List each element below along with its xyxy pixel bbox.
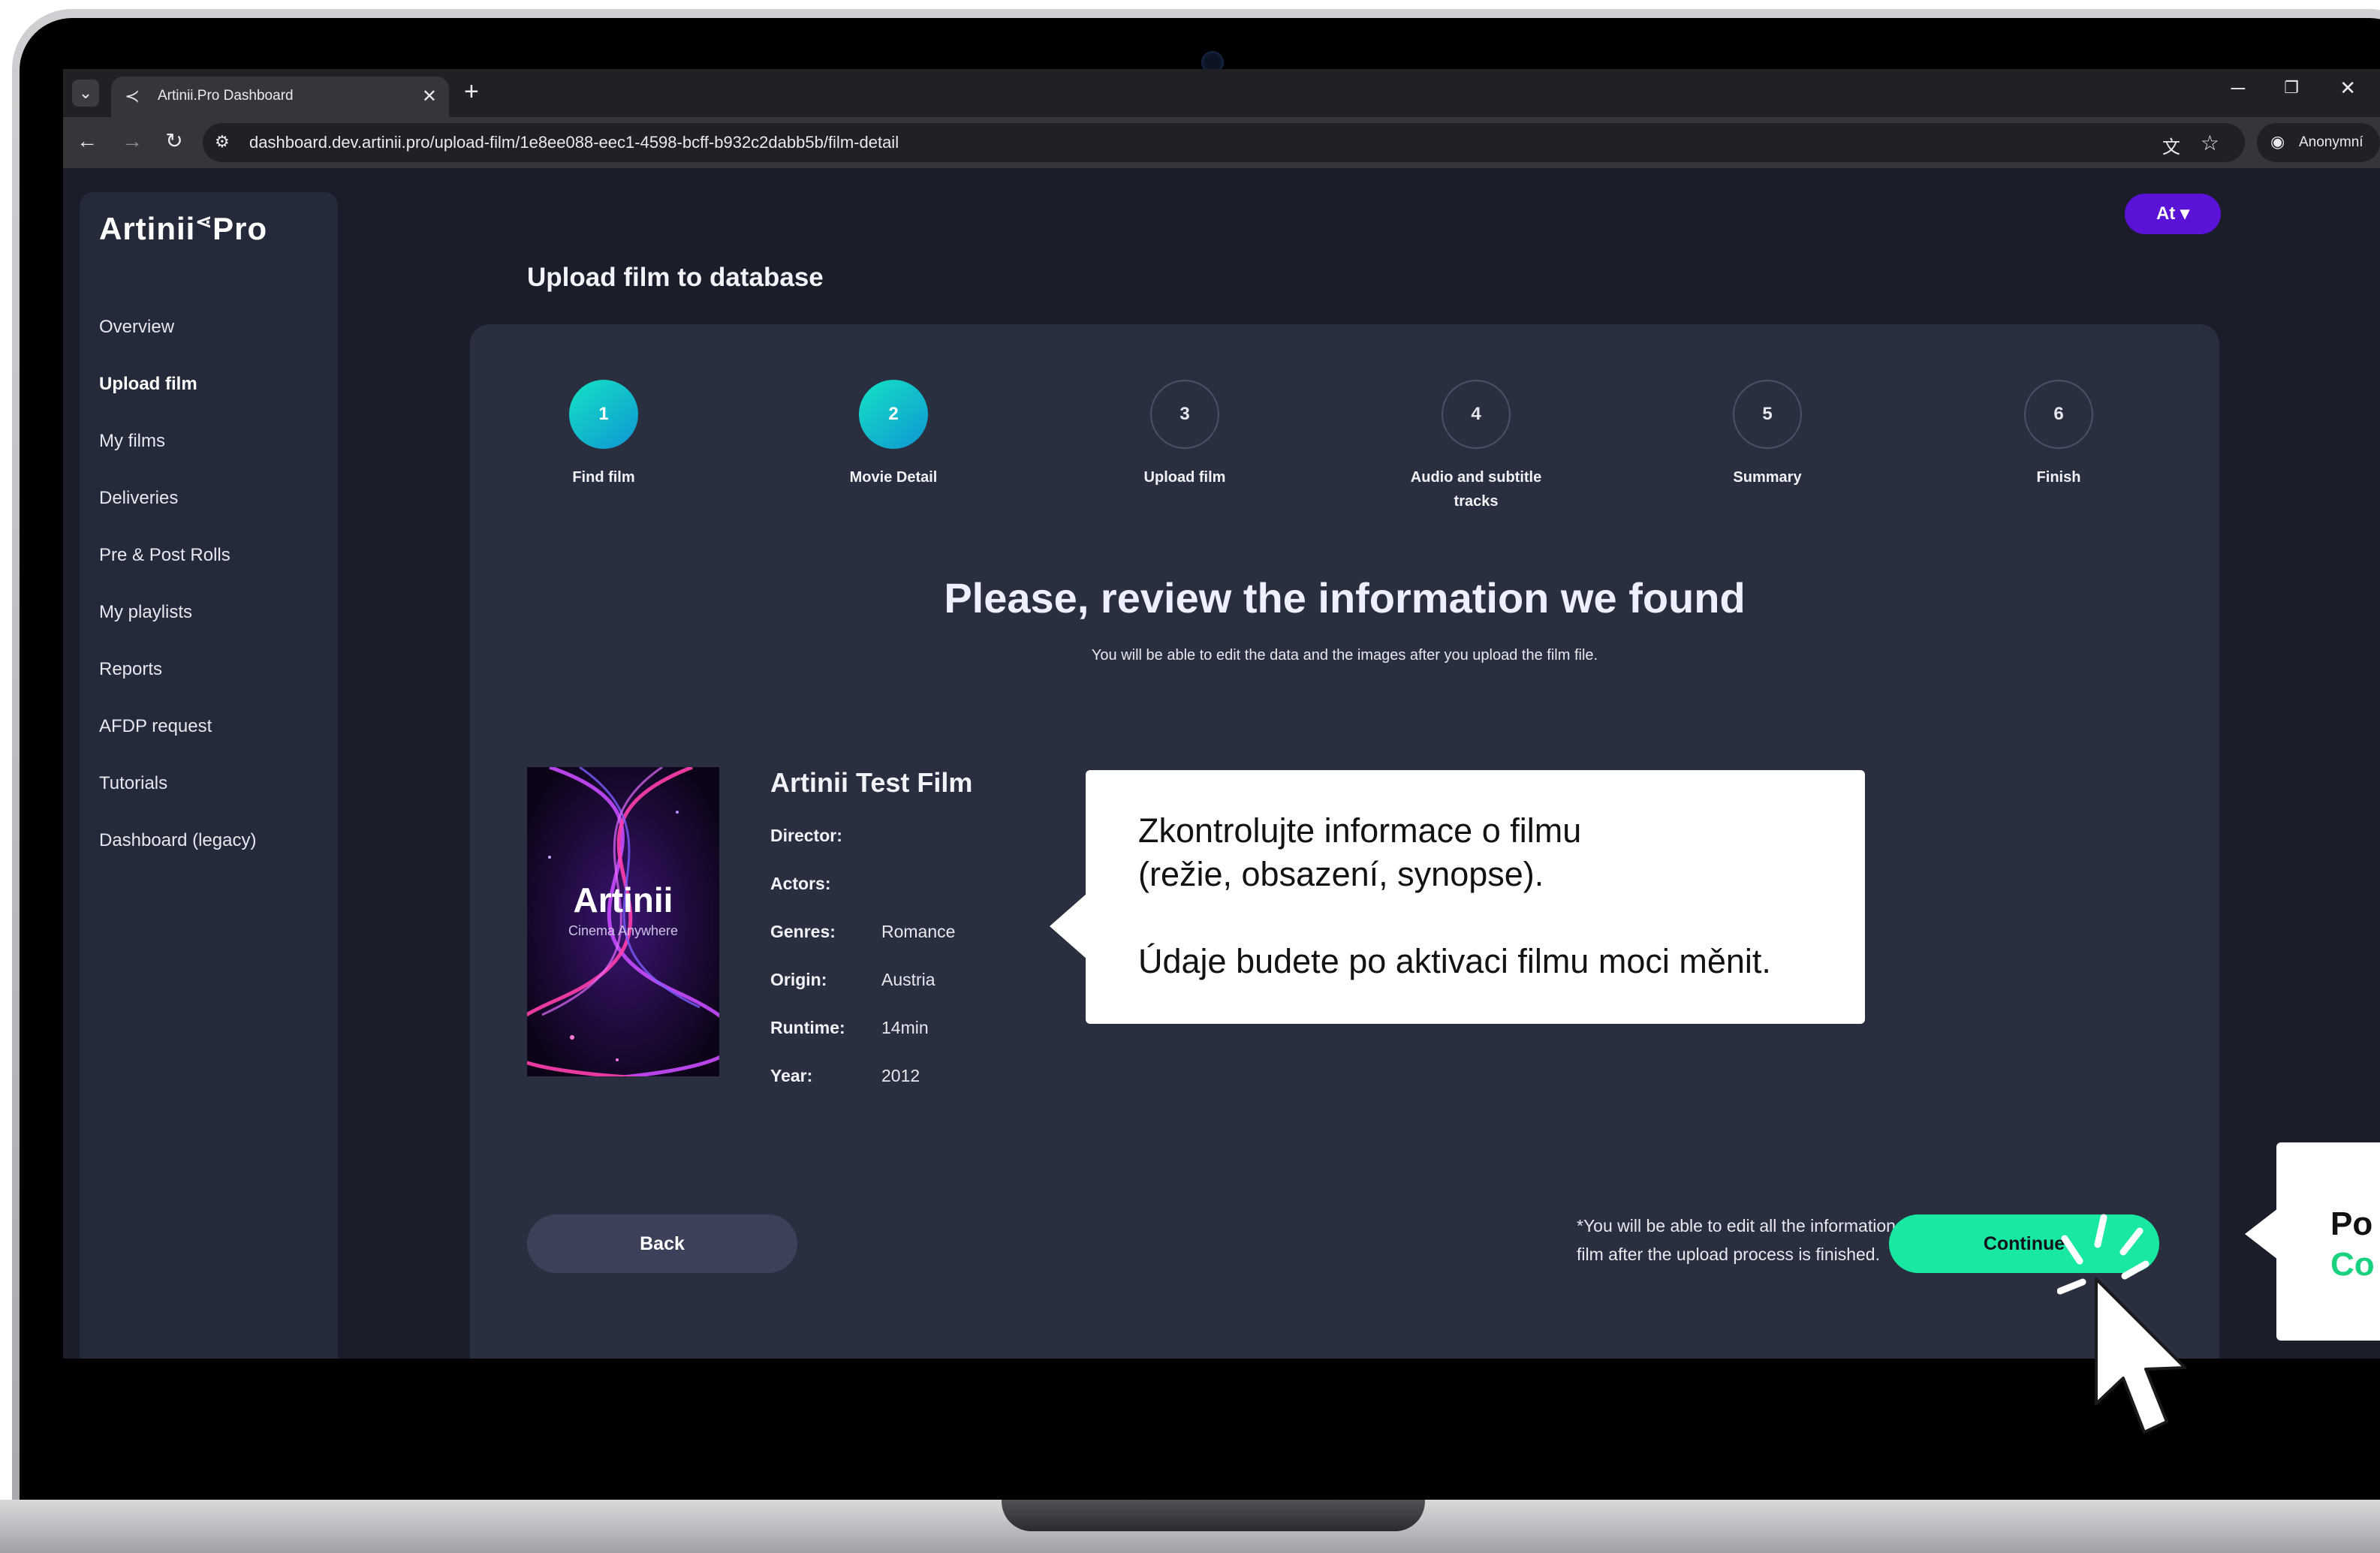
sidebar-item-my-films[interactable]: My films: [99, 431, 165, 452]
genres-label: Genres:: [770, 922, 836, 941]
step-label: Summary: [1733, 469, 1802, 486]
step-number: 4: [1442, 380, 1511, 449]
language-label: At: [2156, 203, 2176, 224]
runtime-value: 14min: [881, 1018, 929, 1037]
new-tab-icon[interactable]: +: [464, 78, 479, 105]
step-upload-film: 3 Upload film: [1072, 380, 1297, 489]
browser-tab-bar: ⌄ ≺ Artinii.Pro Dashboard ✕ + ─ ❐ ✕: [63, 69, 2380, 117]
incognito-profile-chip[interactable]: ◉ Anonymní: [2257, 123, 2380, 162]
step-number: 6: [2024, 380, 2093, 449]
callout-line: (režie, obsazení, synopse).: [1138, 855, 1544, 893]
step-number: 1: [569, 380, 638, 449]
page-title: Upload film to database: [527, 263, 824, 292]
callout-pointer: [1050, 893, 1087, 959]
forward-arrow-icon[interactable]: →: [119, 128, 146, 155]
poster-title: Artinii: [573, 880, 673, 919]
browser-tab[interactable]: ≺ Artinii.Pro Dashboard ✕: [111, 77, 449, 117]
step-number: 2: [859, 380, 928, 449]
reload-icon[interactable]: ↻: [161, 128, 188, 155]
language-dropdown-button[interactable]: At ▾: [2125, 194, 2221, 234]
sidebar-item-my-playlists[interactable]: My playlists: [99, 602, 192, 623]
step-movie-detail: 2 Movie Detail: [781, 380, 1006, 489]
year-value: 2012: [881, 1066, 920, 1085]
film-poster: Artinii Cinema Anywhere: [527, 767, 719, 1076]
side-callout-line-accent: Co: [2330, 1246, 2375, 1283]
side-callout-line: Po: [2330, 1205, 2373, 1242]
url-text[interactable]: dashboard.dev.artinii.pro/upload-film/1e…: [249, 133, 899, 152]
sidebar-item-pre-post-rolls[interactable]: Pre & Post Rolls: [99, 545, 230, 566]
back-arrow-icon[interactable]: ←: [74, 128, 101, 155]
step-label: Upload film: [1143, 469, 1226, 486]
logo-suffix: Pro: [212, 211, 268, 246]
bookmark-star-icon[interactable]: ☆: [2201, 131, 2219, 155]
step-summary: 5 Summary: [1655, 380, 1880, 489]
caret-down-icon: ▾: [2180, 203, 2190, 224]
review-subheading: You will be able to edit the data and th…: [1091, 647, 1598, 664]
sidebar-item-afdp-request[interactable]: AFDP request: [99, 716, 212, 737]
sidebar-item-upload-film[interactable]: Upload film: [99, 374, 197, 395]
logo-mark-icon: ⋖: [195, 210, 213, 233]
step-label: Find film: [572, 469, 635, 486]
sidebar-item-reports[interactable]: Reports: [99, 659, 162, 680]
step-label: Finish: [2036, 469, 2081, 486]
incognito-icon: ◉: [2270, 132, 2285, 151]
step-number: 3: [1150, 380, 1219, 449]
sidebar-item-deliveries[interactable]: Deliveries: [99, 488, 178, 509]
side-tutorial-callout: Po Co: [2276, 1142, 2380, 1341]
sidebar-item-overview[interactable]: Overview: [99, 317, 174, 338]
side-callout-pointer: [2245, 1208, 2278, 1260]
laptop-notch: [1002, 1500, 1425, 1531]
film-title: Artinii Test Film: [770, 767, 973, 798]
step-finish: 6 Finish: [1946, 380, 2171, 489]
tab-close-icon[interactable]: ✕: [422, 86, 437, 107]
profile-label: Anonymní: [2299, 134, 2363, 150]
step-audio-subtitle-tracks: 4 Audio and subtitle tracks: [1363, 380, 1589, 513]
screen: ⌄ ≺ Artinii.Pro Dashboard ✕ + ─ ❐ ✕ ← → …: [63, 69, 2380, 1359]
genres-value: Romance: [881, 922, 956, 941]
sidebar-item-dashboard-legacy[interactable]: Dashboard (legacy): [99, 830, 256, 851]
sidebar: Artinii⋖Pro Overview Upload film My film…: [80, 192, 338, 1359]
director-label: Director:: [770, 826, 842, 845]
url-bar[interactable]: ⚙ dashboard.dev.artinii.pro/upload-film/…: [203, 123, 2245, 162]
year-label: Year:: [770, 1066, 813, 1085]
callout-text: Zkontrolujte informace o filmu (režie, o…: [1138, 809, 1844, 983]
actors-label: Actors:: [770, 874, 831, 893]
callout-spacer: [1138, 896, 1844, 940]
back-button[interactable]: Back: [527, 1214, 797, 1273]
step-label: Audio and subtitle tracks: [1410, 469, 1542, 510]
window-close-icon[interactable]: ✕: [2339, 77, 2356, 100]
click-cursor-icon: [2057, 1214, 2186, 1434]
favicon-icon: ≺: [125, 86, 140, 107]
review-heading: Please, review the information we found: [944, 574, 1746, 622]
logo-text: Artinii: [99, 211, 196, 246]
site-info-icon[interactable]: ⚙: [215, 132, 230, 152]
step-label: Movie Detail: [849, 469, 938, 486]
runtime-label: Runtime:: [770, 1018, 845, 1037]
tab-search-dropdown-icon[interactable]: ⌄: [72, 80, 99, 107]
tab-title: Artinii.Pro Dashboard: [158, 88, 294, 104]
translate-icon[interactable]: 文: [2162, 132, 2180, 158]
step-number: 5: [1733, 380, 1802, 449]
app: Artinii⋖Pro Overview Upload film My film…: [63, 168, 2380, 1359]
poster-artwork: [527, 767, 719, 1076]
step-find-film: 1 Find film: [491, 380, 716, 489]
origin-label: Origin:: [770, 970, 827, 989]
tutorial-callout: Zkontrolujte informace o filmu (režie, o…: [1086, 770, 1865, 1024]
callout-line: Zkontrolujte informace o filmu: [1138, 811, 1582, 850]
sidebar-item-tutorials[interactable]: Tutorials: [99, 773, 167, 794]
browser-address-bar: ← → ↻ ⚙ dashboard.dev.artinii.pro/upload…: [63, 117, 2380, 168]
restore-icon[interactable]: ❐: [2284, 78, 2299, 98]
artinii-pro-logo[interactable]: Artinii⋖Pro: [99, 210, 267, 247]
minimize-icon[interactable]: ─: [2231, 77, 2245, 100]
origin-value: Austria: [881, 970, 935, 989]
callout-line: Údaje budete po aktivaci filmu moci měni…: [1138, 942, 1771, 980]
poster-tagline: Cinema Anywhere: [568, 923, 679, 938]
